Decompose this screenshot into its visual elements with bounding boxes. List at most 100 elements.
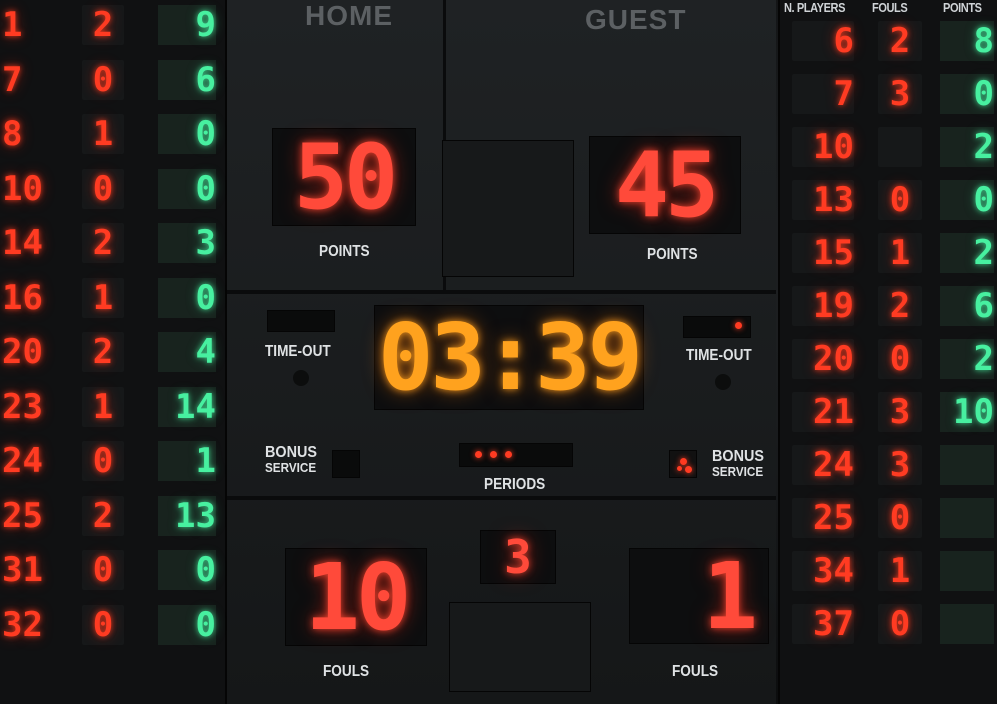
home-player-num: 23	[2, 386, 43, 427]
guest-player-row: 25 0	[780, 493, 997, 543]
home-player-points: 13	[158, 495, 216, 536]
guest-player-points: 8	[940, 21, 994, 61]
guest-player-points	[940, 445, 994, 485]
home-player-fouls: 0	[82, 550, 124, 590]
guest-timeout-label: TIME-OUT	[686, 347, 752, 364]
guest-points-label: POINTS	[647, 246, 698, 263]
guest-player-num: 21	[792, 392, 854, 432]
home-player-row: 31 0 0	[0, 545, 225, 595]
home-player-fouls: 2	[82, 495, 124, 536]
scoreboard: 1 2 9 7 0 6 8 1 0 10 0 0 14 2 3 16 1 0 20 2 4 23 1 14 24 0 1 25 2 13 3…	[0, 0, 997, 704]
guest-player-fouls: 0	[878, 604, 922, 644]
home-score-display: 50	[272, 125, 416, 230]
guest-player-panel: N. PLAYERS FOULS POINTS 6 2 8 7 3 0 10 2 13 0 0 15 1…	[778, 0, 997, 704]
home-player-num: 31	[2, 550, 43, 590]
home-player-fouls: 0	[82, 441, 124, 481]
home-points-label: POINTS	[319, 243, 370, 260]
home-bonus-indicator	[332, 450, 360, 478]
guest-player-points	[940, 498, 994, 538]
home-player-fouls: 0	[82, 604, 124, 645]
guest-player-row: 19 2 6	[780, 281, 997, 331]
home-player-points: 3	[158, 223, 216, 263]
home-player-row: 23 1 14	[0, 382, 225, 432]
guest-player-num: 20	[792, 339, 854, 379]
guest-player-fouls: 2	[878, 286, 922, 326]
home-player-fouls: 2	[82, 5, 124, 45]
home-player-fouls: 1	[82, 386, 124, 427]
guest-label: GUEST	[585, 4, 687, 35]
guest-player-num: 34	[792, 551, 854, 591]
home-player-fouls: 2	[82, 332, 124, 372]
home-player-points: 6	[158, 59, 216, 100]
guest-player-fouls: 3	[878, 445, 922, 485]
guest-player-num: 24	[792, 445, 854, 485]
guest-player-row: 628	[780, 16, 997, 66]
home-timeout-indicator	[267, 310, 335, 332]
guest-player-fouls: 1	[878, 551, 922, 591]
guest-fouls-header: FOULS	[872, 0, 908, 15]
home-bonus-label: BONUS SERVICE	[265, 444, 318, 475]
home-player-points: 0	[158, 114, 216, 154]
guest-score-display: 45	[589, 133, 741, 238]
home-player-points: 0	[158, 604, 216, 645]
home-player-points: 4	[158, 332, 216, 372]
home-player-row: 8 10	[0, 109, 225, 159]
main-panel: HOME GUEST 50 POINTS 45 POINTS TIME-OUT …	[227, 0, 776, 704]
home-player-points: 1	[158, 441, 216, 481]
guest-player-fouls: 0	[878, 339, 922, 379]
home-player-num: 25	[2, 495, 43, 536]
home-player-row: 20 2 4	[0, 327, 225, 377]
guest-player-row: 20 0 2	[780, 334, 997, 384]
home-player-row: 16 1 0	[0, 273, 225, 323]
guest-player-num: 6	[792, 21, 854, 61]
home-player-num: 14	[2, 223, 43, 263]
guest-player-points: 0	[940, 74, 994, 114]
guest-player-num: 13	[792, 180, 854, 220]
guest-bonus-label: BONUS SERVICE	[712, 448, 765, 479]
guest-player-row: 34 1	[780, 546, 997, 596]
guest-player-num: 25	[792, 498, 854, 538]
guest-player-num: 19	[792, 286, 854, 326]
guest-fouls-display: 1	[629, 543, 769, 650]
guest-player-points: 2	[940, 339, 994, 379]
guest-player-points: 2	[940, 127, 994, 167]
home-player-fouls: 1	[82, 114, 124, 154]
guest-fouls-label: FOULS	[672, 663, 719, 680]
home-player-fouls: 0	[82, 168, 124, 209]
home-player-num: 32	[2, 604, 43, 645]
home-player-row: 1 29	[0, 0, 225, 50]
home-player-points: 14	[158, 386, 216, 427]
home-player-row: 32 0 0	[0, 600, 225, 650]
home-player-num: 1	[2, 5, 23, 45]
home-player-row: 24 0 1	[0, 436, 225, 486]
home-player-points: 9	[158, 5, 216, 45]
guest-player-fouls: 2	[878, 21, 922, 61]
home-timeout-label: TIME-OUT	[265, 343, 331, 360]
home-player-num: 8	[2, 114, 23, 154]
guest-player-num: 37	[792, 604, 854, 644]
guest-player-num: 15	[792, 233, 854, 273]
guest-players-header: N. PLAYERS	[784, 0, 846, 15]
guest-player-fouls: 0	[878, 180, 922, 220]
home-fouls-display: 10	[285, 544, 427, 651]
guest-player-points	[940, 551, 994, 591]
guest-player-row: 37 0	[780, 599, 997, 649]
guest-player-row: 24 3	[780, 440, 997, 490]
home-player-num: 10	[2, 168, 43, 209]
guest-player-num: 7	[792, 74, 854, 114]
guest-player-points: 6	[940, 286, 994, 326]
guest-player-row: 21 3 10	[780, 387, 997, 437]
guest-player-row: 15 1 2	[780, 228, 997, 278]
periods-label: PERIODS	[484, 476, 546, 493]
period-display: 3	[480, 530, 556, 584]
home-player-points: 0	[158, 550, 216, 590]
home-player-points: 0	[158, 168, 216, 209]
guest-player-points: 2	[940, 233, 994, 273]
home-player-fouls: 1	[82, 277, 124, 318]
home-player-num: 16	[2, 277, 43, 318]
home-player-row: 25 2 13	[0, 491, 225, 541]
home-player-panel: 1 2 9 7 0 6 8 1 0 10 0 0 14 2 3 16 1 0 20 2 4 23 1 14 24 0 1 25 2 13 3…	[0, 0, 227, 704]
home-player-row: 10 0 0	[0, 164, 225, 214]
guest-player-row: 13 0 0	[780, 175, 997, 225]
guest-points-header: POINTS	[943, 0, 982, 15]
